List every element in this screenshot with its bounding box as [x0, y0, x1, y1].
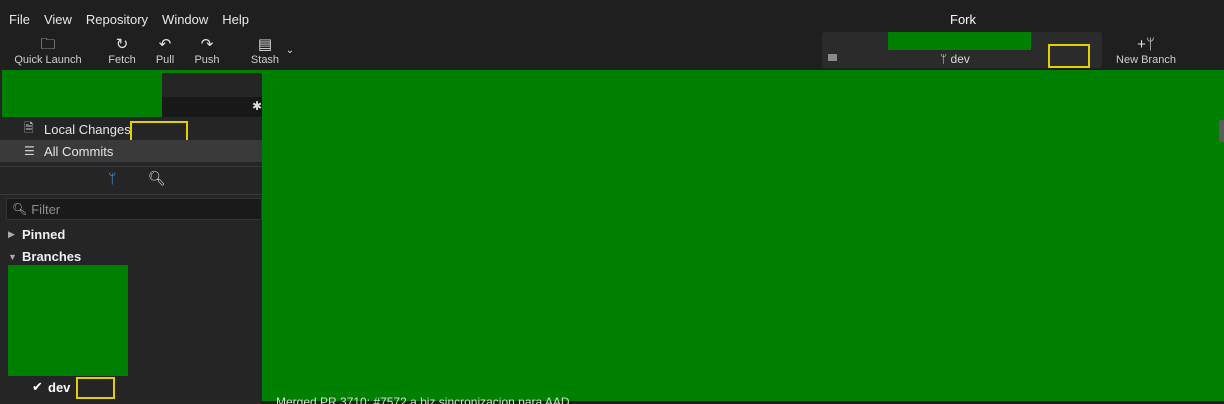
- stash-button[interactable]: ▤ Stash: [250, 36, 280, 66]
- chevron-down-icon: ⌄: [285, 45, 295, 56]
- nav-all-commits[interactable]: ☰ All Commits: [0, 140, 262, 162]
- quick-launch-button[interactable]: 🗀 Quick Launch: [14, 36, 82, 66]
- push-icon: ↷: [200, 36, 214, 53]
- menu-repository[interactable]: Repository: [86, 12, 148, 27]
- menu-view[interactable]: View: [44, 12, 72, 27]
- menu-window[interactable]: Window: [162, 12, 208, 27]
- stash-icon: ▤: [257, 36, 273, 53]
- redacted-repo-name: [888, 32, 1031, 50]
- pull-button[interactable]: ↶ Pull: [151, 36, 179, 66]
- highlight-box: [1048, 44, 1090, 68]
- redacted-branch-list: [8, 265, 128, 376]
- branch-item-dev[interactable]: ✔ dev: [32, 379, 70, 395]
- pinned-label: Pinned: [22, 227, 66, 242]
- branch-item-label: dev: [48, 379, 71, 395]
- flag-icon: [828, 54, 837, 61]
- pull-icon: ↶: [158, 36, 172, 53]
- divider: [0, 194, 262, 195]
- new-branch-label: New Branch: [1116, 54, 1176, 66]
- new-branch-button[interactable]: +ᛘ New Branch: [1114, 36, 1178, 66]
- filter-placeholder: Filter: [31, 201, 61, 217]
- local-changes-label: Local Changes: [44, 121, 131, 137]
- gear-icon[interactable]: ✱: [252, 99, 262, 113]
- sidebar-header-bar: [162, 97, 262, 117]
- divider: [0, 166, 262, 167]
- local-changes-icon: 🗎: [24, 120, 34, 135]
- collapse-arrow-icon: ▼: [8, 251, 17, 262]
- pull-label: Pull: [155, 54, 175, 66]
- push-label: Push: [194, 54, 220, 66]
- redacted-commit-view: [262, 70, 1224, 401]
- new-branch-icon: +ᛘ: [1137, 36, 1155, 53]
- current-branch: ᛘ dev: [940, 52, 970, 66]
- push-button[interactable]: ↷ Push: [192, 36, 222, 66]
- filter-input[interactable]: 🔍︎ Filter: [6, 198, 262, 220]
- branches-label: Branches: [22, 249, 82, 264]
- stash-label: Stash: [250, 54, 280, 66]
- quick-launch-label: Quick Launch: [14, 54, 82, 66]
- menu-file[interactable]: File: [9, 12, 30, 27]
- redacted-repo-header: [2, 70, 162, 117]
- redacted-strip: [2, 70, 262, 73]
- current-branch-selector[interactable]: ᛘ dev: [822, 32, 1102, 68]
- fetch-label: Fetch: [108, 54, 136, 66]
- app-title: Fork: [950, 12, 976, 27]
- search-tab-icon[interactable]: 🔍︎: [148, 170, 166, 187]
- check-icon: ✔: [32, 379, 43, 394]
- sidebar-tabs: ᛘ 🔍︎: [0, 170, 262, 192]
- branch-icon: ᛘ: [940, 52, 948, 66]
- fetch-icon: ↻: [115, 36, 129, 53]
- expand-arrow-icon: ▶: [8, 229, 15, 239]
- commits-icon: ☰: [24, 144, 35, 158]
- menu-help[interactable]: Help: [222, 12, 249, 27]
- all-commits-label: All Commits: [44, 143, 114, 159]
- branches-section[interactable]: ▼ Branches: [8, 249, 81, 264]
- fetch-button[interactable]: ↻ Fetch: [106, 36, 138, 66]
- branches-tab-icon[interactable]: ᛘ: [108, 170, 116, 186]
- folder-icon: 🗀: [40, 36, 56, 53]
- highlight-box: [76, 377, 115, 399]
- search-icon: 🔍︎: [12, 202, 28, 216]
- sidebar: ✱ 🗎 Local Changes ☰ All Commits ᛘ 🔍︎ 🔍︎ …: [0, 70, 262, 404]
- current-branch-label: dev: [950, 52, 970, 66]
- pinned-section[interactable]: ▶ Pinned: [8, 227, 65, 242]
- commit-row-partial[interactable]: Merged PR 3710: #7572 a biz sincronizaci…: [276, 395, 656, 404]
- stash-dropdown[interactable]: ⌄: [284, 42, 296, 60]
- scrollbar-thumb[interactable]: [1219, 120, 1224, 142]
- menu: File View Repository Window Help: [9, 12, 249, 27]
